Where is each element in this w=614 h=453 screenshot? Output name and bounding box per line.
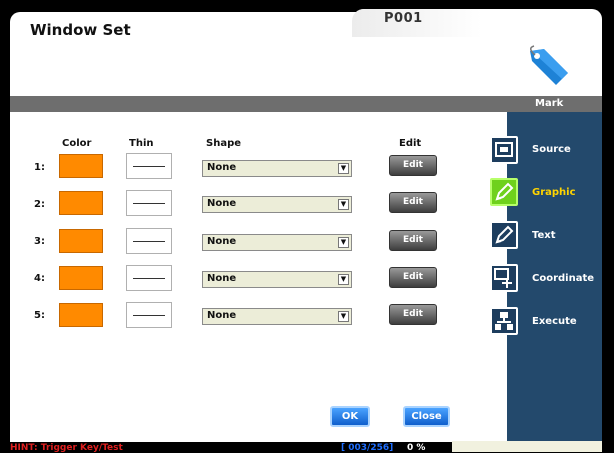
edit-button[interactable]: Edit bbox=[389, 267, 437, 288]
row-label: 1: bbox=[34, 162, 45, 173]
column-header-edit: Edit bbox=[399, 138, 422, 149]
sidebar-item-text[interactable]: Text bbox=[532, 230, 556, 241]
shape-select[interactable]: None ▼ bbox=[202, 234, 352, 251]
close-button[interactable]: Close bbox=[403, 406, 450, 427]
edit-button[interactable]: Edit bbox=[389, 304, 437, 325]
color-swatch[interactable] bbox=[59, 266, 103, 290]
color-swatch[interactable] bbox=[59, 229, 103, 253]
shape-select[interactable]: None ▼ bbox=[202, 160, 352, 177]
shape-select-value: None bbox=[207, 273, 237, 284]
row-label: 3: bbox=[34, 236, 45, 247]
chevron-down-icon[interactable]: ▼ bbox=[338, 199, 349, 210]
sidebar-item-graphic[interactable]: Graphic bbox=[532, 187, 576, 198]
pencil-icon[interactable] bbox=[490, 221, 518, 249]
sidebar-item-source[interactable]: Source bbox=[532, 144, 571, 155]
shape-select-value: None bbox=[207, 236, 237, 247]
color-swatch[interactable] bbox=[59, 154, 103, 178]
line-thickness-picker[interactable] bbox=[126, 153, 172, 179]
status-box bbox=[452, 441, 602, 452]
shape-select-value: None bbox=[207, 310, 237, 321]
edit-button[interactable]: Edit bbox=[389, 192, 437, 213]
chevron-down-icon[interactable]: ▼ bbox=[338, 237, 349, 248]
edit-button[interactable]: Edit bbox=[389, 230, 437, 251]
line-thickness-picker[interactable] bbox=[126, 265, 172, 291]
window-title: Window Set bbox=[30, 21, 131, 39]
line-thickness-picker[interactable] bbox=[126, 190, 172, 216]
row-label: 2: bbox=[34, 199, 45, 210]
panel-name: Mark bbox=[535, 98, 564, 109]
color-swatch[interactable] bbox=[59, 191, 103, 215]
ok-button[interactable]: OK bbox=[330, 406, 370, 427]
tag-icon bbox=[530, 45, 568, 85]
sidebar-item-coordinate[interactable]: Coordinate bbox=[532, 273, 594, 284]
shape-select[interactable]: None ▼ bbox=[202, 308, 352, 325]
shape-select[interactable]: None ▼ bbox=[202, 196, 352, 213]
shape-select[interactable]: None ▼ bbox=[202, 271, 352, 288]
line-thickness-picker[interactable] bbox=[126, 228, 172, 254]
sidebar-item-execute[interactable]: Execute bbox=[532, 316, 577, 327]
source-icon[interactable] bbox=[490, 136, 518, 164]
column-header-color: Color bbox=[62, 138, 92, 149]
line-thickness-picker[interactable] bbox=[126, 302, 172, 328]
color-swatch[interactable] bbox=[59, 303, 103, 327]
edit-button[interactable]: Edit bbox=[389, 155, 437, 176]
column-header-thin: Thin bbox=[129, 138, 154, 149]
execute-icon[interactable] bbox=[490, 307, 518, 335]
chevron-down-icon[interactable]: ▼ bbox=[338, 163, 349, 174]
pencil-icon[interactable] bbox=[490, 178, 518, 206]
shape-select-value: None bbox=[207, 198, 237, 209]
chevron-down-icon[interactable]: ▼ bbox=[338, 274, 349, 285]
page-code: P001 bbox=[384, 11, 423, 26]
coordinate-icon[interactable] bbox=[490, 264, 518, 292]
shape-select-value: None bbox=[207, 162, 237, 173]
section-bar bbox=[10, 96, 602, 112]
column-header-shape: Shape bbox=[206, 138, 242, 149]
chevron-down-icon[interactable]: ▼ bbox=[338, 311, 349, 322]
row-label: 4: bbox=[34, 273, 45, 284]
row-label: 5: bbox=[34, 310, 45, 321]
